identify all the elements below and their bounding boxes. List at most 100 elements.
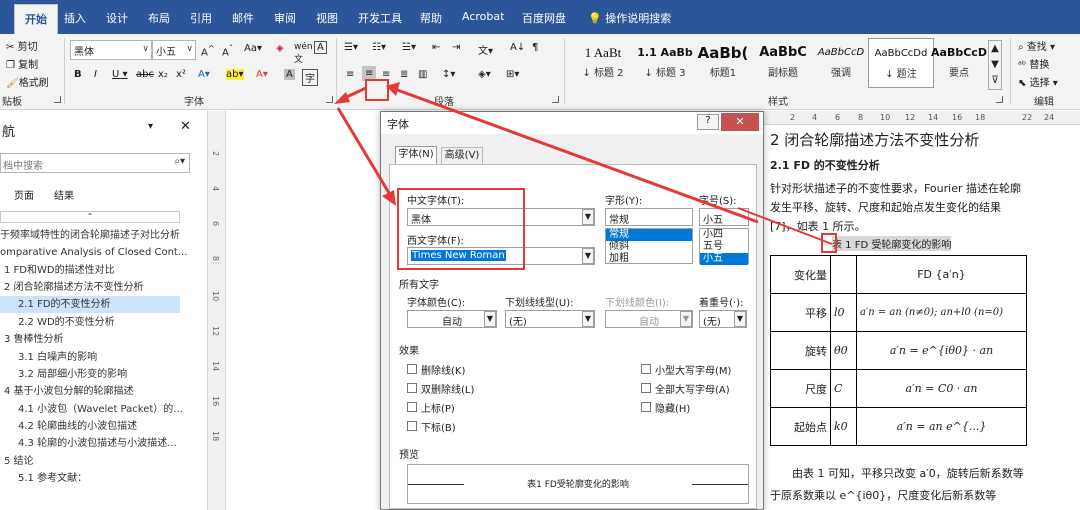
font-size-combo[interactable]: 小五 ∨ xyxy=(152,40,196,60)
chevron-down-icon[interactable]: ▼ xyxy=(484,311,496,327)
nav-heading[interactable]: 4.3 轮廓的小波包描述与小波描述... xyxy=(0,435,206,452)
format-painter-button[interactable]: 🖌格式刷 xyxy=(6,74,49,89)
clipboard-launcher[interactable] xyxy=(54,96,61,103)
char-border-button[interactable]: A xyxy=(314,41,327,54)
style-heading1[interactable]: AaBb(标题1 xyxy=(690,38,756,88)
highlight-button[interactable]: ab▾ xyxy=(226,69,244,80)
tab-references[interactable]: 引用 xyxy=(190,10,212,26)
text-effects-button[interactable]: A▾ xyxy=(198,69,210,80)
tab-insert[interactable]: 插入 xyxy=(64,10,86,26)
bullets-button[interactable]: ☰▾ xyxy=(344,42,358,53)
tab-design[interactable]: 设计 xyxy=(106,10,128,26)
tab-view[interactable]: 视图 xyxy=(316,10,338,26)
nav-collapse-bar[interactable]: ⌃ xyxy=(0,211,180,223)
nav-heading[interactable]: 于频率域特性的闭合轮廓描述子对比分析 xyxy=(0,227,206,244)
nav-heading[interactable]: 3.2 局部细小形变的影响 xyxy=(0,366,206,383)
copy-button[interactable]: ❐ 复制 xyxy=(6,56,38,71)
size-list[interactable]: 小四 五号 小五 xyxy=(699,228,749,265)
enclose-char-button[interactable]: 字 xyxy=(302,69,318,86)
tab-developer[interactable]: 开发工具 xyxy=(358,10,402,26)
style-field[interactable]: 常规 xyxy=(605,208,693,226)
list-item[interactable]: 小四 xyxy=(700,229,748,241)
list-item[interactable]: 常规 xyxy=(606,229,692,241)
find-button[interactable]: ⌕ 查找 ▾ xyxy=(1018,38,1055,53)
select-button[interactable]: ⬉ 选择 ▾ xyxy=(1018,74,1058,89)
sort-button[interactable]: A↓ xyxy=(510,42,525,53)
multilevel-list-button[interactable]: ☱▾ xyxy=(402,42,416,53)
style-emphasis[interactable]: AaBbCcD 强调 xyxy=(808,38,874,88)
tab-layout[interactable]: 布局 xyxy=(148,10,170,26)
increase-indent-button[interactable]: ⇥ xyxy=(452,42,460,53)
nav-heading-selected[interactable]: 2.1 FD的不变性分析 xyxy=(0,296,180,313)
replace-button[interactable]: ᵃᵇ 替换 xyxy=(1018,56,1049,71)
font-color-button[interactable]: A▾ xyxy=(256,69,268,80)
document-page[interactable]: 2 闭合轮廓描述方法不变性分析 2.1 FD 的不变性分析 针对形状描述子的不变… xyxy=(760,125,1080,510)
small-caps-checkbox[interactable] xyxy=(641,364,651,374)
font-name-combo[interactable]: 黑体 ∨ xyxy=(70,40,152,60)
shading-button[interactable]: ◈▾ xyxy=(478,69,491,80)
nav-heading[interactable]: 1 FD和WD的描述性对比 xyxy=(0,262,206,279)
bold-button[interactable]: B xyxy=(74,69,82,80)
style-heading2[interactable]: 1 AaBt ↓ 标题 2 xyxy=(570,38,636,88)
chevron-down-icon[interactable]: ▼ xyxy=(734,311,746,327)
show-marks-button[interactable]: ¶ xyxy=(532,42,538,53)
nav-heading[interactable]: 4 基于小波包分解的轮廓描述 xyxy=(0,383,206,400)
shrink-font-button[interactable]: Aˇ xyxy=(222,43,233,58)
styles-launcher[interactable] xyxy=(996,96,1003,103)
subscript-checkbox[interactable] xyxy=(407,421,417,431)
borders-button[interactable]: ⊞▾ xyxy=(506,69,519,80)
size-field[interactable]: 小五 xyxy=(699,208,749,226)
tab-mailings[interactable]: 邮件 xyxy=(232,10,254,26)
nav-heading[interactable]: 4.1 小波包（Wavelet Packet）的... xyxy=(0,401,206,418)
double-strike-checkbox[interactable] xyxy=(407,383,417,393)
help-button[interactable]: ? xyxy=(697,114,719,130)
numbering-button[interactable]: ☷▾ xyxy=(372,42,386,53)
styles-scroll[interactable]: ▲ ▼ ⊽ xyxy=(988,40,1002,90)
strikethrough-checkbox[interactable] xyxy=(407,364,417,374)
dialog-tab-advanced[interactable]: 高级(V) xyxy=(441,147,483,164)
list-item[interactable]: 五号 xyxy=(700,241,748,253)
nav-heading[interactable]: 5.1 参考文献： xyxy=(0,470,206,487)
strikethrough-button[interactable]: abc xyxy=(136,69,154,80)
close-icon[interactable]: ✕ xyxy=(721,113,759,131)
subscript-button[interactable]: x₂ xyxy=(158,69,168,80)
nav-heading[interactable]: omparative Analysis of Closed Cont... xyxy=(0,244,206,261)
close-icon[interactable]: ✕ xyxy=(180,119,191,134)
align-right-button[interactable]: ≡ xyxy=(382,69,390,80)
hidden-checkbox[interactable] xyxy=(641,402,651,412)
all-caps-checkbox[interactable] xyxy=(641,383,651,393)
style-caption[interactable]: AaBbCcDd ↓ 题注 xyxy=(868,38,934,88)
list-item[interactable]: 倾斜 xyxy=(606,241,692,253)
nav-heading[interactable]: 3 鲁棒性分析 xyxy=(0,331,206,348)
align-center-button[interactable]: ≡ xyxy=(362,66,377,81)
tab-acrobat[interactable]: Acrobat xyxy=(462,10,504,23)
superscript-checkbox[interactable] xyxy=(407,402,417,412)
underline-button[interactable]: U ▾ xyxy=(112,69,128,80)
tab-home[interactable]: 开始 xyxy=(14,4,58,34)
nav-heading[interactable]: 3.1 白噪声的影响 xyxy=(0,349,206,366)
tab-baidu[interactable]: 百度网盘 xyxy=(522,10,566,26)
font-dialog-launcher[interactable] xyxy=(326,96,333,103)
nav-heading[interactable]: 2.2 WD的不变性分析 xyxy=(0,314,206,331)
asian-layout-button[interactable]: 文▾ xyxy=(478,42,493,57)
change-case-button[interactable]: Aa▾ xyxy=(244,43,262,54)
nav-heading[interactable]: 2 闭合轮廓描述方法不变性分析 xyxy=(0,279,206,296)
tell-me-search[interactable]: 💡 操作说明搜索 xyxy=(588,10,671,26)
tab-review[interactable]: 审阅 xyxy=(274,10,296,26)
nav-options-icon[interactable]: ▾ xyxy=(148,121,153,132)
phonetic-guide-button[interactable]: wén 文 xyxy=(294,42,313,65)
style-heading3[interactable]: 1.1 AaBb ↓ 标题 3 xyxy=(632,38,698,88)
nav-tab-pages[interactable]: 页面 xyxy=(14,187,34,202)
tab-help[interactable]: 帮助 xyxy=(420,10,442,26)
justify-button[interactable]: ≣ xyxy=(400,69,408,80)
dialog-titlebar[interactable]: 字体 ? ✕ xyxy=(381,112,763,134)
align-left-button[interactable]: ≡ xyxy=(346,69,354,80)
grow-font-button[interactable]: A^ xyxy=(201,43,215,58)
dialog-tab-font[interactable]: 字体(N) xyxy=(395,146,437,164)
chevron-down-icon[interactable]: ▼ xyxy=(582,311,594,327)
superscript-button[interactable]: x² xyxy=(176,69,186,80)
nav-tab-results[interactable]: 结果 xyxy=(54,187,74,202)
nav-heading[interactable]: 5 结论 xyxy=(0,453,206,470)
distributed-button[interactable]: ▥ xyxy=(418,69,427,80)
style-subtitle[interactable]: AaBbC 副标题 xyxy=(750,38,816,88)
